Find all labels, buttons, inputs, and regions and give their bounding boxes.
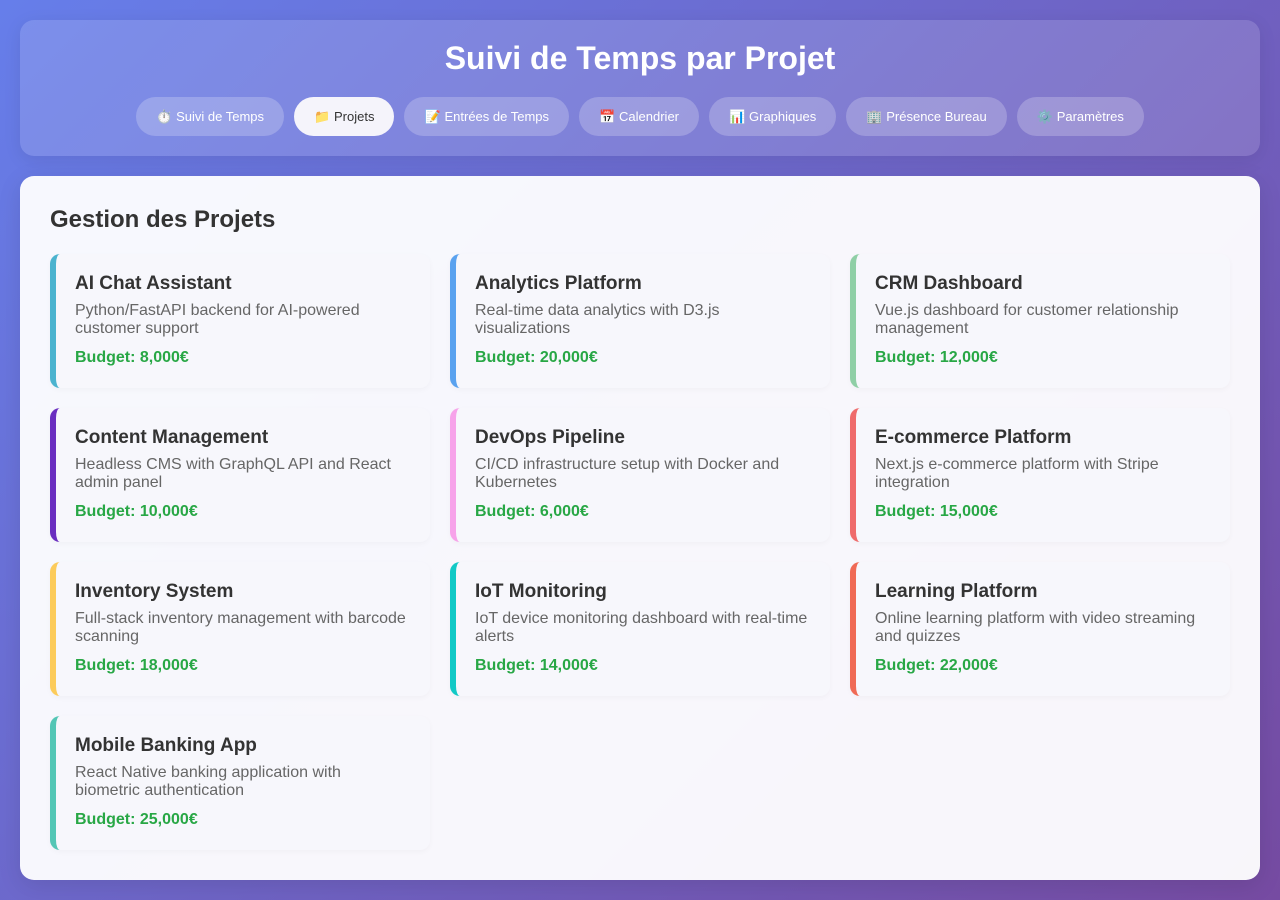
app-title: Suivi de Temps par Projet [444,40,836,76]
project-name: CRM Dashboard [875,273,1023,294]
project-card[interactable]: Analytics Platform Real-time data analyti… [450,254,830,388]
bar-chart-icon: 📊 [729,108,746,124]
project-description: Next.js e-commerce platform with Stripe … [875,456,1159,491]
project-budget: Budget: 18,000€ [75,657,198,674]
project-budget: Budget: 15,000€ [875,503,998,520]
project-budget: Budget: 22,000€ [875,657,998,674]
tab-projets[interactable]: 📁 Projets [294,97,395,136]
project-card[interactable]: Learning Platform Online learning platfor… [850,562,1230,696]
project-name: Mobile Banking App [75,735,257,756]
section-title: Gestion des Projets [50,206,276,233]
office-building-icon: 🏢 [866,108,883,124]
project-description: Online learning platform with video stre… [875,610,1196,645]
tab-suivi-de-temps[interactable]: ⏱️ Suivi de Temps [136,97,285,136]
tab-label: Paramètres [1056,109,1124,124]
tab-label: Suivi de Temps [176,109,265,124]
project-card[interactable]: Inventory System Full-stack inventory man… [50,562,430,696]
project-card[interactable]: IoT Monitoring IoT device monitoring dash… [450,562,830,696]
tab-label: Présence Bureau [886,109,987,124]
project-budget: Budget: 12,000€ [875,349,998,366]
project-card[interactable]: DevOps Pipeline CI/CD infrastructure setu… [450,408,830,542]
project-budget: Budget: 25,000€ [75,811,198,828]
nav-tabs: ⏱️ Suivi de Temps 📁 Projets 📝 Entrées de Temp… [20,97,1260,136]
tab-entrées-de-temps[interactable]: 📝 Entrées de Temps [404,97,570,136]
tab-calendrier[interactable]: 📅 Calendrier [579,97,700,136]
projects-panel: Gestion des Projets AI Chat Assistant Pyt… [20,176,1260,880]
project-description: Python/FastAPI backend for AI-powered cu… [75,302,360,337]
project-name: AI Chat Assistant [75,273,232,294]
project-name: Content Management [75,427,269,448]
project-description: Vue.js dashboard for customer relationsh… [875,302,1179,337]
tab-label: Calendrier [619,109,680,124]
project-name: Analytics Platform [475,273,642,294]
project-budget: Budget: 14,000€ [475,657,598,674]
project-name: Learning Platform [875,581,1038,602]
app-header: Suivi de Temps par Projet ⏱️ Suivi de Tem… [20,20,1260,156]
project-description: CI/CD infrastructure setup with Docker a… [475,456,780,491]
stopwatch-icon: ⏱️ [156,108,173,124]
project-card[interactable]: Mobile Banking App React Native banking a… [50,716,430,850]
project-budget: Budget: 20,000€ [475,349,598,366]
project-name: IoT Monitoring [475,581,607,602]
project-budget: Budget: 8,000€ [75,349,189,366]
tab-label: Projets [334,109,375,124]
tab-paramètres[interactable]: ⚙️ Paramètres [1016,97,1144,136]
project-description: Real-time data analytics with D3.js visu… [475,302,720,337]
project-name: DevOps Pipeline [475,427,625,448]
project-card[interactable]: Content Management Headless CMS with Grap… [50,408,430,542]
project-grid: AI Chat Assistant Python/FastAPI backend … [50,254,1230,850]
project-card[interactable]: E-commerce Platform Next.js e-commerce pl… [850,408,1230,542]
project-description: React Native banking application with bi… [75,764,341,799]
tab-label: Entrées de Temps [444,109,550,124]
project-budget: Budget: 6,000€ [475,503,589,520]
project-description: Headless CMS with GraphQL API and React … [75,456,391,491]
tab-label: Graphiques [749,109,817,124]
project-card[interactable]: AI Chat Assistant Python/FastAPI backend … [50,254,430,388]
gear-icon: ⚙️ [1036,108,1053,124]
project-card[interactable]: CRM Dashboard Vue.js dashboard for custom… [850,254,1230,388]
folder-icon: 📁 [314,108,331,124]
calendar-icon: 📅 [599,108,616,124]
project-description: IoT device monitoring dashboard with rea… [475,610,808,645]
memo-icon: 📝 [424,108,441,124]
project-budget: Budget: 10,000€ [75,503,198,520]
project-name: E-commerce Platform [875,427,1072,448]
project-description: Full-stack inventory management with bar… [75,610,406,645]
project-name: Inventory System [75,581,234,602]
tab-graphiques[interactable]: 📊 Graphiques [709,97,837,136]
tab-présence-bureau[interactable]: 🏢 Présence Bureau [846,97,1007,136]
